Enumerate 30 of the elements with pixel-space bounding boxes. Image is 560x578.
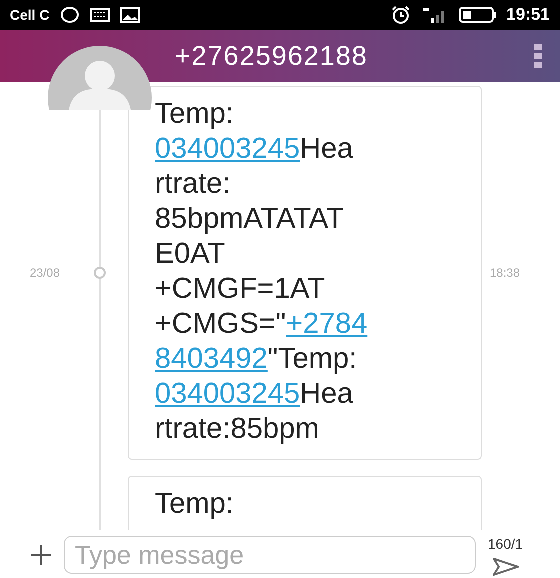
clock-time: 19:51 xyxy=(506,5,550,25)
message-text: rtrate: xyxy=(155,168,231,200)
message-text: 85bpmATATAT xyxy=(155,203,344,235)
battery-icon xyxy=(458,7,497,23)
contact-number: +27625962188 xyxy=(175,40,369,72)
keyboard-icon xyxy=(90,8,110,22)
phone-link[interactable]: 034003245 xyxy=(155,133,300,165)
message-text: Temp: xyxy=(155,98,234,130)
carrier-name: Cell C xyxy=(10,7,50,23)
add-icon[interactable] xyxy=(30,544,52,566)
message-time: 18:38 xyxy=(490,266,520,280)
message-text: "Temp: xyxy=(268,343,358,375)
message-input[interactable]: Type message xyxy=(64,536,476,574)
message-text: rtrate:85bpm xyxy=(155,413,320,445)
character-counter: 160/1 xyxy=(488,536,524,552)
phone-link[interactable]: 034003245 xyxy=(155,378,300,410)
phone-link[interactable]: 8403492 xyxy=(155,343,268,375)
message-date: 23/08 xyxy=(30,266,60,280)
message-text: +CMGF=1AT xyxy=(155,273,326,305)
message-text: Hea xyxy=(300,378,354,410)
image-icon xyxy=(120,7,140,23)
menu-icon[interactable] xyxy=(534,44,542,68)
message-text: +CMGS=" xyxy=(155,308,286,340)
alarm-icon xyxy=(390,6,411,24)
message-text: Temp: xyxy=(155,488,234,520)
timeline-dot xyxy=(94,267,106,279)
message-text: E0AT xyxy=(155,238,226,270)
phone-link[interactable]: +2784 xyxy=(286,308,368,340)
message-text: Hea xyxy=(300,133,354,165)
send-icon[interactable] xyxy=(492,558,519,576)
